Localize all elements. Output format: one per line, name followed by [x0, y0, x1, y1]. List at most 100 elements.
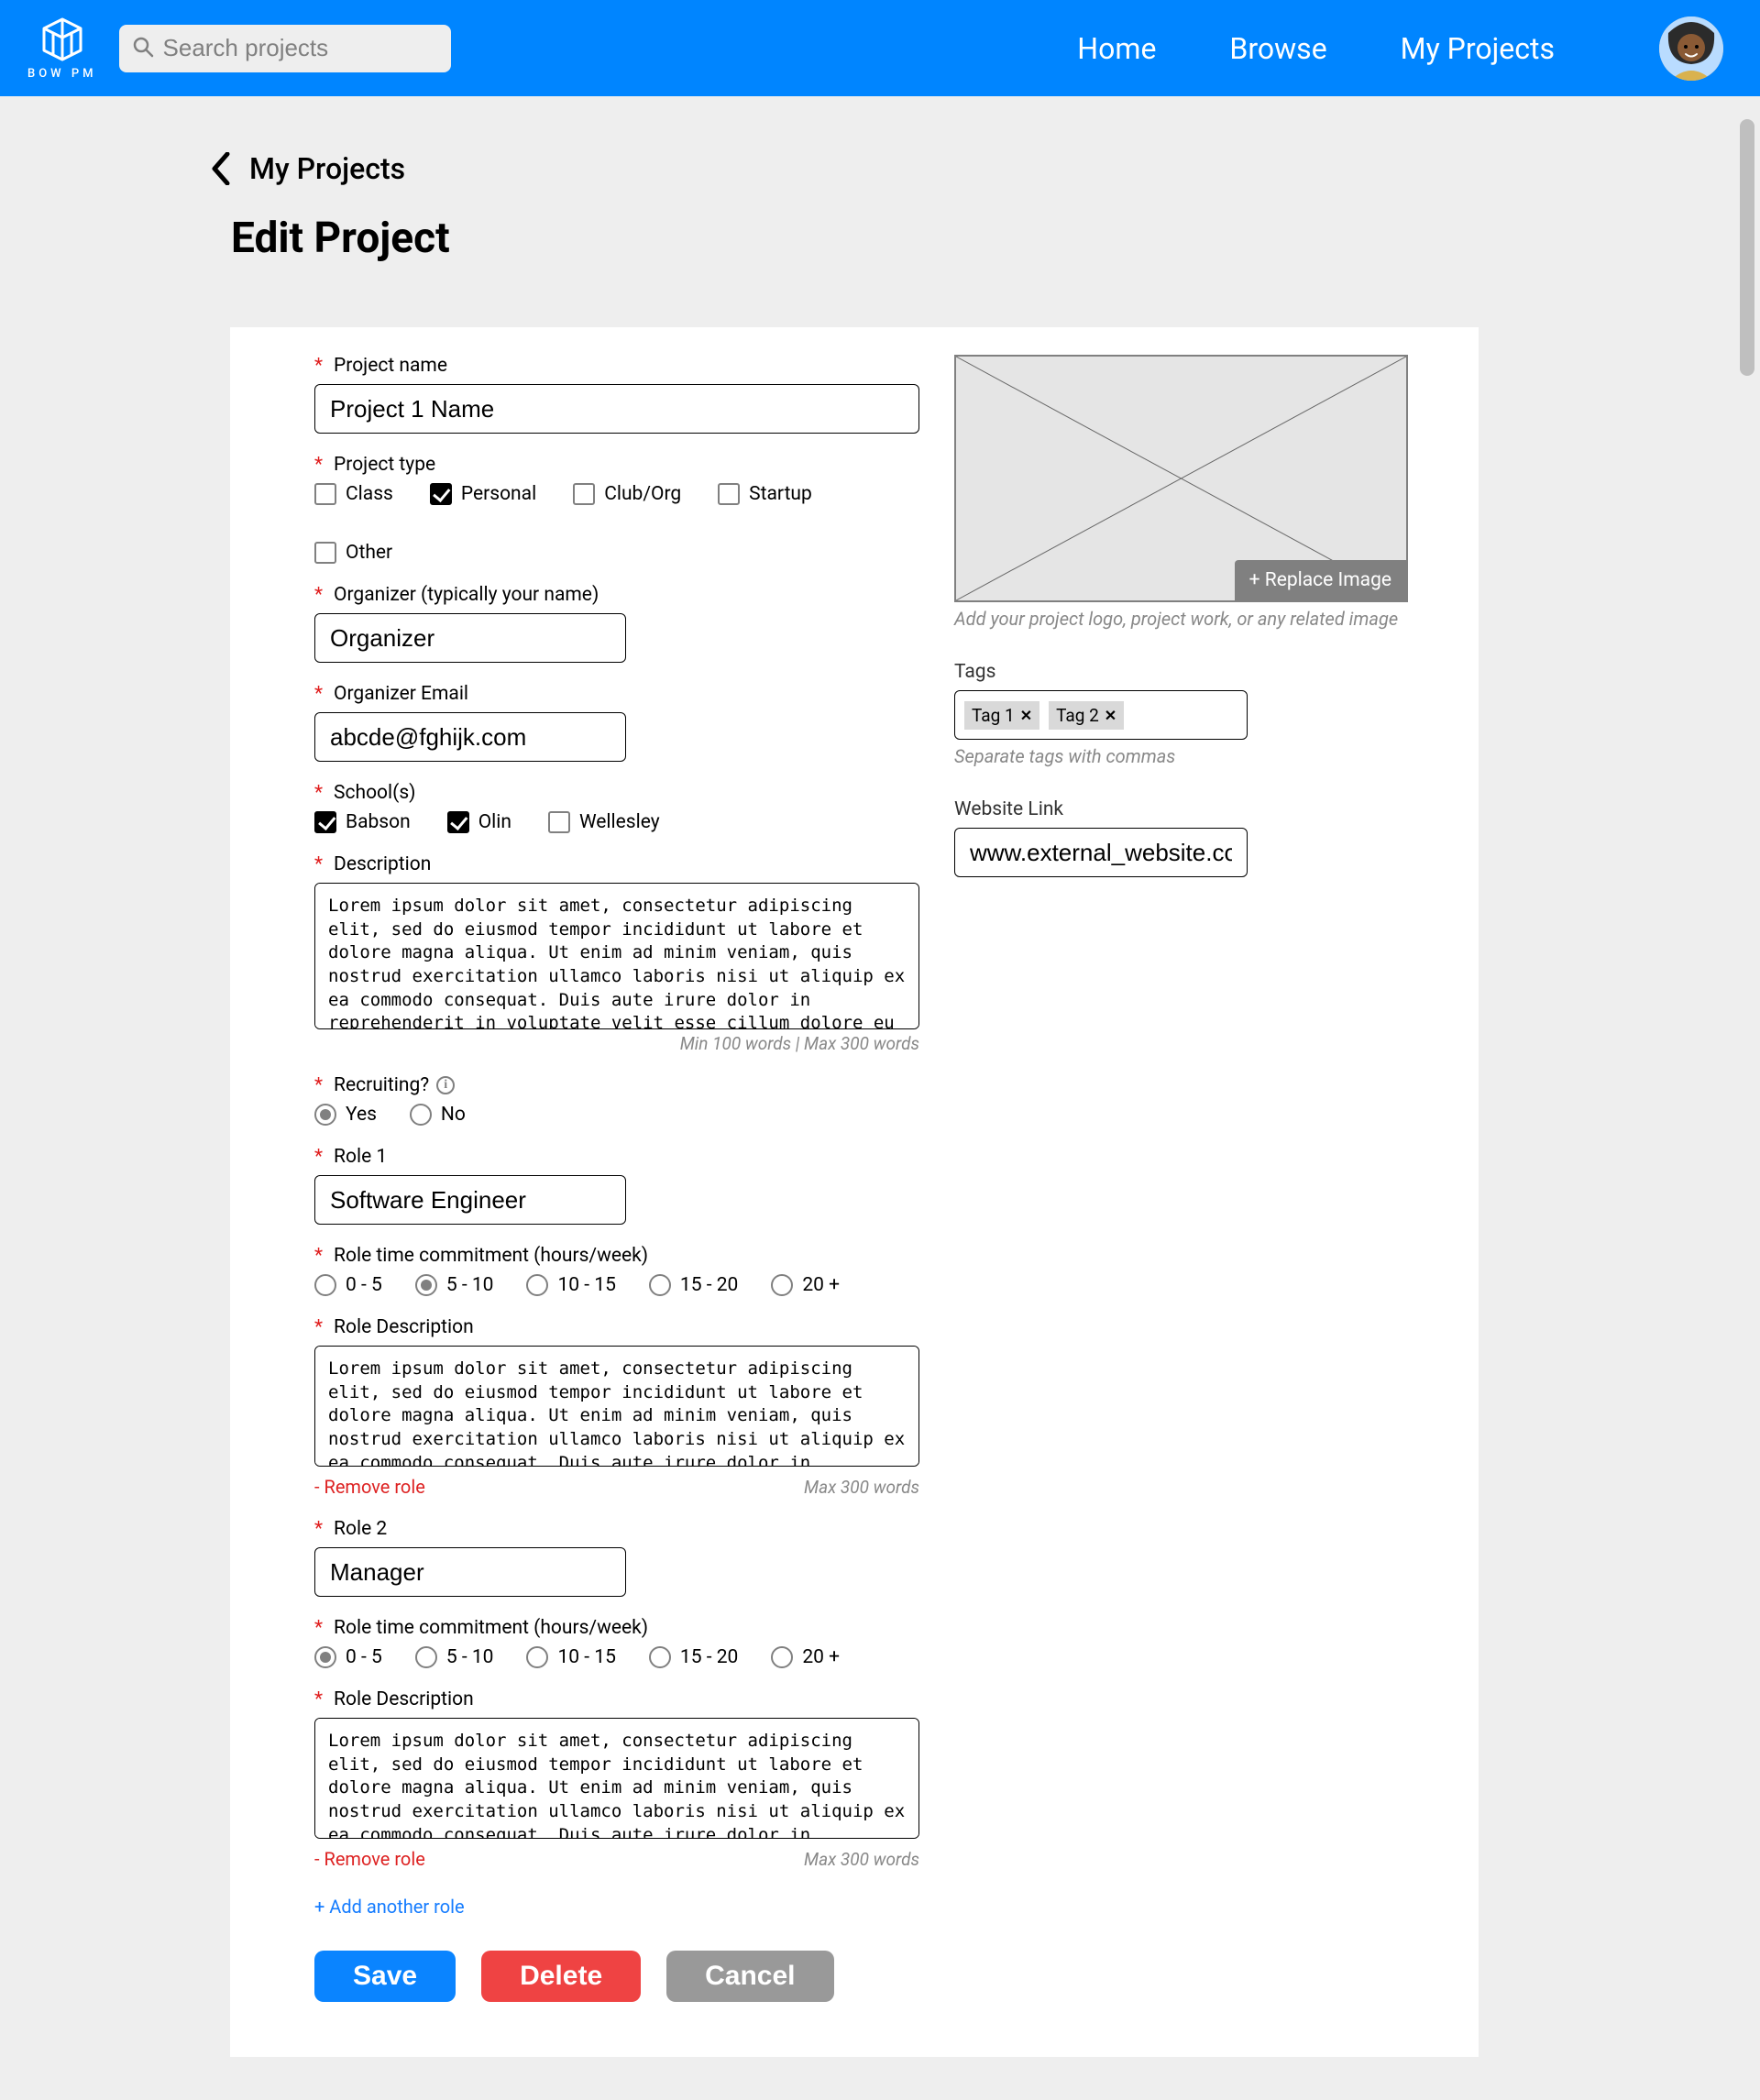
school-option-wellesley[interactable]: Wellesley [548, 811, 660, 833]
time-option-15-20[interactable]: 15 - 20 [649, 1274, 738, 1296]
role-commit-options: 0 - 5 5 - 10 10 - 15 15 - 20 20 + [314, 1646, 899, 1668]
top-bar: BOW PM Home Browse My Projects [0, 0, 1760, 96]
role-commit-label: Role time commitment (hours/week) [334, 1245, 648, 1267]
save-button[interactable]: Save [314, 1951, 456, 2002]
radio-icon [771, 1646, 793, 1668]
search-icon [132, 36, 163, 61]
remove-role-link[interactable]: - Remove role [314, 1848, 425, 1870]
avatar[interactable] [1659, 16, 1723, 81]
replace-image-button[interactable]: + Replace Image [1235, 560, 1406, 600]
time-option-5-10[interactable]: 5 - 10 [415, 1274, 494, 1296]
project-name-input[interactable] [314, 384, 919, 434]
radio-label: 15 - 20 [680, 1274, 738, 1296]
image-placeholder[interactable]: + Replace Image [954, 355, 1408, 602]
time-option-10-15[interactable]: 10 - 15 [526, 1646, 615, 1668]
checkbox-icon [447, 811, 469, 833]
radio-label: Yes [346, 1104, 377, 1126]
project-type-option-class[interactable]: Class [314, 483, 393, 505]
time-option-20-[interactable]: 20 + [771, 1646, 840, 1668]
info-icon[interactable] [436, 1076, 455, 1094]
project-type-options: Class Personal Club/Org Startup Other [314, 483, 899, 564]
checkbox-icon [430, 483, 452, 505]
close-icon[interactable]: ✕ [1020, 707, 1032, 724]
image-caption: Add your project logo, project work, or … [954, 608, 1413, 630]
breadcrumb[interactable]: My Projects [209, 151, 1760, 186]
tags-helper: Separate tags with commas [954, 745, 1413, 767]
tag-chip[interactable]: Tag 2 ✕ [1049, 701, 1124, 730]
radio-icon [771, 1274, 793, 1296]
description-textarea[interactable] [314, 883, 919, 1029]
tags-input[interactable]: Tag 1 ✕ Tag 2 ✕ [954, 690, 1248, 740]
project-name-label: Project name [334, 355, 447, 377]
time-option-15-20[interactable]: 15 - 20 [649, 1646, 738, 1668]
time-option-0-5[interactable]: 0 - 5 [314, 1274, 382, 1296]
school-option-olin[interactable]: Olin [447, 811, 512, 833]
checkbox-label: Club/Org [604, 483, 681, 505]
role-title-input[interactable] [314, 1547, 626, 1597]
recruiting-option-yes[interactable]: Yes [314, 1104, 377, 1126]
role-desc-helper: Max 300 words [804, 1849, 919, 1870]
recruiting-options: Yes No [314, 1104, 899, 1126]
role-title-label: Role 2 [334, 1518, 387, 1540]
role-title-input[interactable] [314, 1175, 626, 1225]
project-type-label: Project type [334, 454, 435, 476]
delete-button[interactable]: Delete [481, 1951, 641, 2002]
radio-icon [649, 1646, 671, 1668]
project-type-option-other[interactable]: Other [314, 542, 392, 564]
recruiting-option-no[interactable]: No [410, 1104, 466, 1126]
logo-icon [38, 16, 86, 63]
project-type-option-startup[interactable]: Startup [718, 483, 812, 505]
time-option-10-15[interactable]: 10 - 15 [526, 1274, 615, 1296]
checkbox-label: Personal [461, 483, 536, 505]
role-desc-textarea[interactable] [314, 1718, 919, 1839]
search-input[interactable] [163, 34, 438, 62]
role-desc-label: Role Description [334, 1688, 474, 1710]
radio-icon [526, 1646, 548, 1668]
checkbox-icon [314, 811, 336, 833]
time-option-0-5[interactable]: 0 - 5 [314, 1646, 382, 1668]
time-option-5-10[interactable]: 5 - 10 [415, 1646, 494, 1668]
nav-home[interactable]: Home [1077, 31, 1156, 66]
close-icon[interactable]: ✕ [1105, 707, 1116, 724]
radio-label: No [441, 1104, 466, 1126]
website-label: Website Link [954, 798, 1413, 820]
school-option-babson[interactable]: Babson [314, 811, 411, 833]
top-nav: Home Browse My Projects [1077, 16, 1723, 81]
project-type-option-personal[interactable]: Personal [430, 483, 536, 505]
tag-chip-label: Tag 1 [972, 705, 1015, 726]
website-input[interactable] [954, 828, 1248, 877]
checkbox-label: Wellesley [579, 811, 660, 833]
checkbox-icon [573, 483, 595, 505]
organizer-input[interactable] [314, 613, 626, 663]
scrollbar-thumb[interactable] [1740, 119, 1754, 376]
organizer-email-label: Organizer Email [334, 683, 468, 705]
radio-label: 5 - 10 [446, 1646, 494, 1668]
radio-icon [649, 1274, 671, 1296]
tag-chip[interactable]: Tag 1 ✕ [964, 701, 1040, 730]
breadcrumb-label: My Projects [249, 151, 405, 186]
radio-icon [410, 1104, 432, 1126]
radio-label: 20 + [802, 1646, 840, 1668]
checkbox-icon [548, 811, 570, 833]
brand[interactable]: BOW PM [28, 16, 97, 81]
role-commit-label: Role time commitment (hours/week) [334, 1617, 648, 1639]
page-body: My Projects Edit Project *Project name *… [0, 96, 1760, 2057]
role-desc-textarea[interactable] [314, 1346, 919, 1467]
cancel-button[interactable]: Cancel [666, 1951, 833, 2002]
recruiting-label: Recruiting? [334, 1074, 429, 1096]
nav-my-projects[interactable]: My Projects [1401, 31, 1555, 66]
time-option-20-[interactable]: 20 + [771, 1274, 840, 1296]
add-role-link[interactable]: + Add another role [314, 1896, 465, 1918]
form-left-column: *Project name *Project type ClassPersona… [276, 355, 899, 2002]
required-asterisk: * [314, 355, 323, 377]
role-block-2: *Role 2*Role time commitment (hours/week… [314, 1518, 899, 1870]
checkbox-icon [314, 542, 336, 564]
organizer-email-input[interactable] [314, 712, 626, 762]
search-field[interactable] [119, 25, 451, 72]
project-type-option-club-org[interactable]: Club/Org [573, 483, 681, 505]
nav-browse[interactable]: Browse [1229, 31, 1326, 66]
description-label: Description [334, 853, 431, 875]
radio-icon [415, 1646, 437, 1668]
remove-role-link[interactable]: - Remove role [314, 1476, 425, 1498]
tag-chip-label: Tag 2 [1056, 705, 1099, 726]
